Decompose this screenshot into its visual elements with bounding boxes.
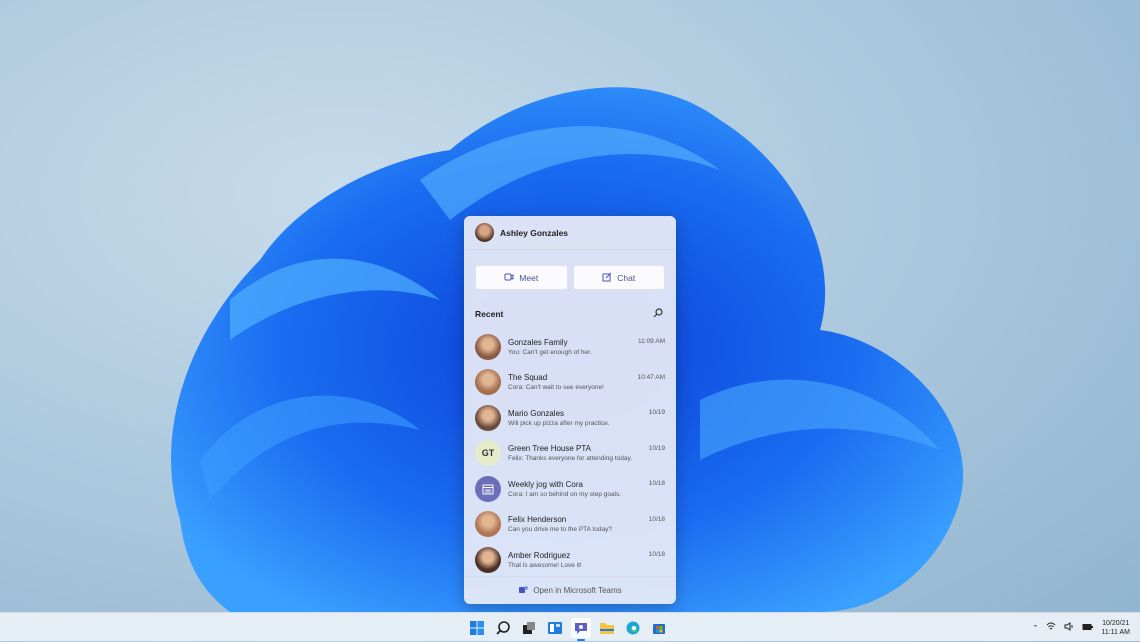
conversation-item[interactable]: GT Green Tree House PTA Felix: Thanks ever… [464,436,676,472]
conversation-preview: Cora: I am so behind on my step goals. [508,490,622,498]
group-initials-avatar: GT [475,440,501,467]
wifi-icon[interactable] [1046,622,1056,633]
teams-chat-icon[interactable] [571,618,591,641]
start-icon[interactable] [467,618,487,638]
meet-button[interactable]: Meet [475,265,568,290]
conversation-item[interactable]: The Squad Cora: Can't wait to see everyon… [464,365,676,401]
meet-label: Meet [519,272,539,283]
file-explorer-icon[interactable] [597,618,617,638]
widgets-icon[interactable] [545,618,565,638]
conversation-name: Weekly jog with Cora [508,479,583,489]
conversation-time: 10/18 [648,515,665,523]
contact-avatar [475,546,501,573]
calendar-icon [475,475,501,502]
volume-icon[interactable] [1064,622,1074,633]
conversation-time: 10:47 AM [637,373,665,381]
video-camera-icon [504,272,514,284]
contact-avatar [475,333,501,360]
store-icon[interactable] [649,618,669,638]
compose-icon [602,272,612,284]
time-text: 11:11 AM [1101,628,1130,636]
conversation-name: Gonzales Family [508,337,568,347]
conversation-item[interactable]: Mario Gonzales Will pick up pizza after m… [464,400,676,436]
search-icon[interactable] [493,618,513,638]
conversation-time: 11:09 AM [638,338,665,345]
conversation-preview: Felix: Thanks everyone for attending tod… [508,455,633,463]
user-name: Ashley Gonzales [500,227,569,238]
battery-icon[interactable] [1082,623,1094,633]
clock[interactable]: 10/20/21 11:11 AM [1101,619,1130,637]
chat-button[interactable]: Chat [572,265,665,290]
teams-logo-icon [518,585,529,597]
footer-label: Open in Microsoft Teams [533,586,622,595]
conversation-time: 10/18 [648,551,665,558]
conversation-preview: You: Can't get enough of her. [508,348,592,356]
conversation-time: 10/19 [648,444,665,452]
conversation-time: 10/19 [648,409,665,416]
contact-avatar [475,369,501,396]
open-in-teams-link[interactable]: Open in Microsoft Teams [464,576,676,604]
date-text: 10/20/21 [1102,619,1130,627]
recent-heading: Recent [475,309,504,319]
contact-avatar [475,511,501,538]
recent-conversation-list: Gonzales Family You: Can't get enough of … [464,329,676,578]
conversation-time: 10/18 [648,480,665,487]
conversation-preview: Can you drive me to the PTA today? [508,526,612,534]
conversation-name: Mario Gonzales [508,408,565,418]
taskbar: ⌃ 10/20/21 11:11 AM [0,612,1140,641]
contact-avatar [475,404,501,431]
conversation-item[interactable]: Felix Henderson Can you drive me to the P… [464,507,676,543]
user-avatar[interactable] [475,223,494,242]
conversation-name: The Squad [508,373,548,383]
conversation-item[interactable]: Amber Rodriguez That is awesome! Love it!… [464,542,676,578]
chevron-up-icon[interactable]: ⌃ [1033,624,1039,632]
conversation-preview: Will pick up pizza after my practice. [508,419,610,427]
teams-chat-flyout: Ashley Gonzales Meet Chat Recent Gonzale… [464,216,676,604]
conversation-preview: That is awesome! Love it! [508,561,582,569]
conversation-item[interactable]: Weekly jog with Cora Cora: I am so behind… [464,471,676,507]
task-view-icon[interactable] [519,618,539,638]
search-icon[interactable] [653,308,663,320]
conversation-preview: Cora: Can't wait to see everyone! [508,384,604,392]
chat-label: Chat [617,272,636,283]
conversation-item[interactable]: Gonzales Family You: Can't get enough of … [464,329,676,365]
flyout-header: Ashley Gonzales [464,216,676,250]
conversation-name: Felix Henderson [508,515,567,525]
conversation-name: Amber Rodriguez [508,550,571,560]
conversation-name: Green Tree House PTA [508,444,591,454]
system-tray: ⌃ 10/20/21 11:11 AM [1033,613,1140,642]
edge-icon[interactable] [623,618,643,638]
